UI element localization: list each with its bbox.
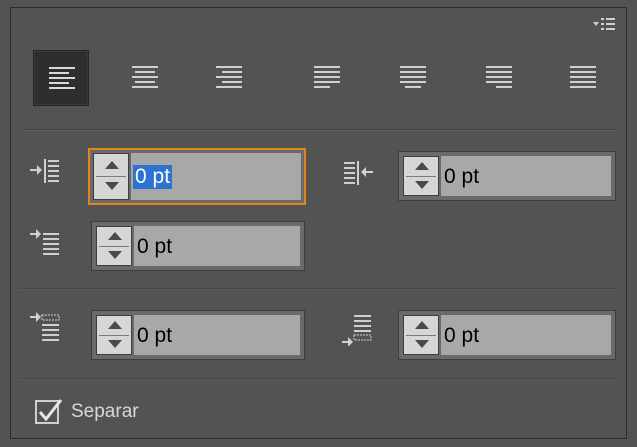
space-after-value[interactable]: 0 pt [444,324,479,348]
align-left-button[interactable] [33,50,89,106]
align-center-icon [132,66,158,88]
space-before-field[interactable]: 0 pt [91,310,305,360]
justify-all-button[interactable] [555,50,611,106]
indent-left-value[interactable]: 0 pt [133,165,173,189]
indent-first-line-value[interactable]: 0 pt [137,235,172,259]
space-before-icon [30,312,60,341]
indent-left-icon [30,159,59,183]
justify-last-left-icon [314,66,340,88]
indent-left-field[interactable]: 0 pt [88,148,306,205]
space-before-stepper[interactable] [96,315,132,355]
indent-right-field[interactable]: 0 pt [398,151,616,201]
indent-left-stepper[interactable] [93,153,129,200]
align-right-button[interactable] [201,50,257,106]
justify-all-icon [570,66,596,88]
separator [21,288,618,290]
justify-last-left-button[interactable] [299,50,355,106]
separator [21,129,618,131]
indent-first-line-icon [30,229,59,255]
space-after-field[interactable]: 0 pt [398,310,616,360]
indent-first-line-stepper[interactable] [96,226,132,266]
align-left-icon [49,67,75,89]
align-right-icon [216,66,242,88]
indent-right-icon [344,161,373,185]
indent-right-stepper[interactable] [403,156,439,196]
space-after-icon [342,315,372,346]
justify-last-center-icon [400,66,426,88]
paragraph-panel: 0 pt 0 pt 0 pt 0 pt 0 pt Separar [10,7,627,439]
indent-right-value[interactable]: 0 pt [444,165,479,189]
justify-last-center-button[interactable] [385,50,441,106]
justify-last-right-button[interactable] [471,50,527,106]
hyphenate-label[interactable]: Separar [71,401,139,423]
justify-last-right-icon [486,66,512,88]
hyphenate-checkbox[interactable] [35,398,63,426]
align-center-button[interactable] [117,50,173,106]
space-after-stepper[interactable] [403,315,439,355]
panel-menu-icon[interactable] [592,16,616,36]
separator [21,378,618,380]
indent-first-line-field[interactable]: 0 pt [91,221,305,271]
space-before-value[interactable]: 0 pt [137,324,172,348]
